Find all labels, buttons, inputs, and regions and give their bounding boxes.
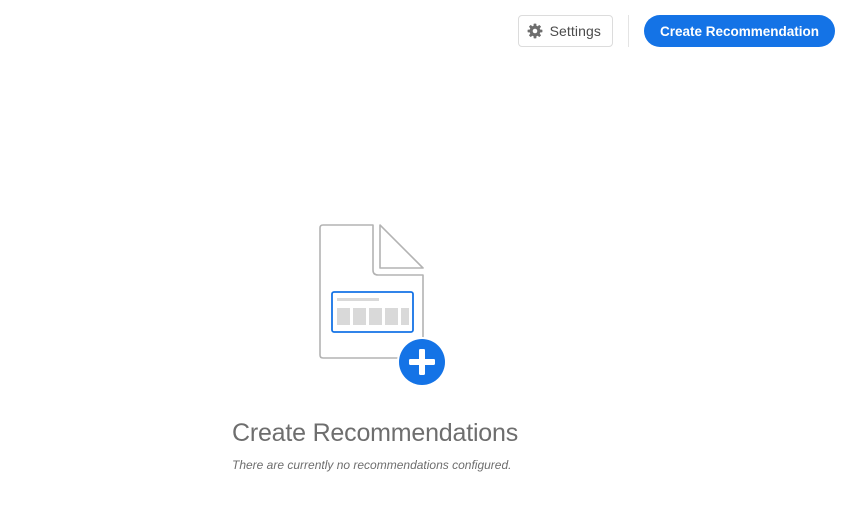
toolbar: Settings Create Recommendation <box>517 15 835 47</box>
empty-state-title: Create Recommendations <box>232 419 519 447</box>
toolbar-divider <box>627 15 629 47</box>
settings-button-label: Settings <box>549 23 601 39</box>
create-recommendation-button[interactable]: Create Recommendation <box>643 15 835 47</box>
page: Settings Create Recommendation Create Re… <box>0 0 847 523</box>
settings-button[interactable]: Settings <box>517 15 613 47</box>
document-add-icon <box>316 222 452 390</box>
empty-state-subtitle: There are currently no recommendations c… <box>232 458 512 472</box>
gear-icon <box>527 23 543 39</box>
